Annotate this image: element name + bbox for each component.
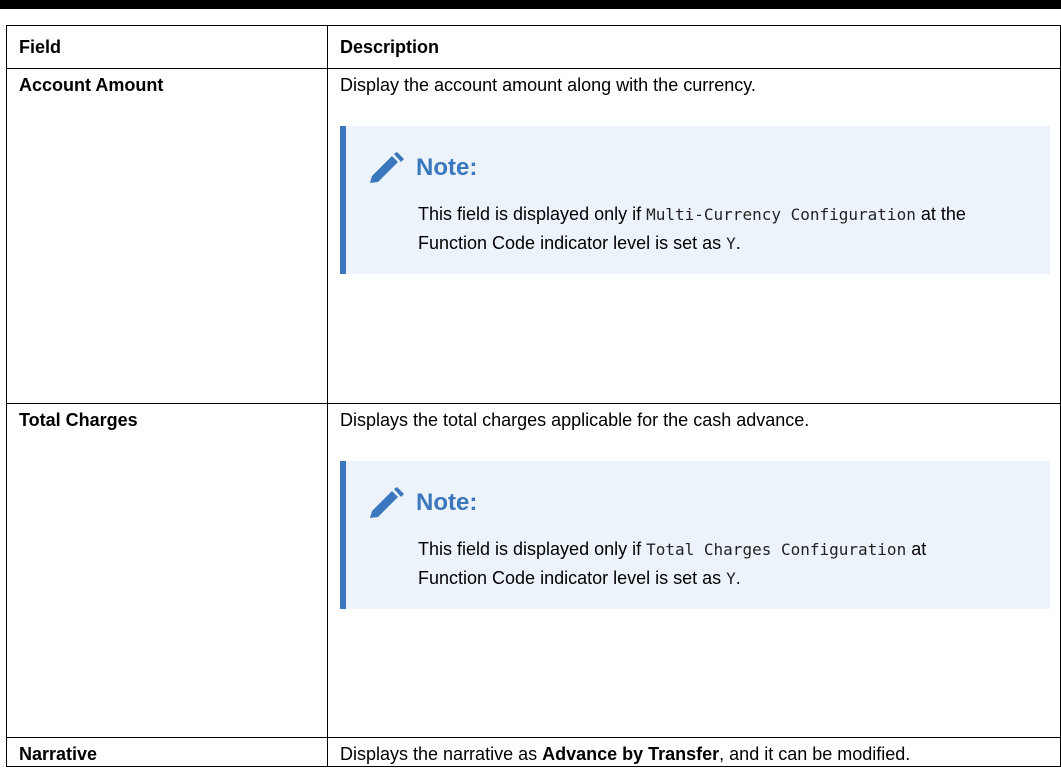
field-description: Display the account amount along with th…	[327, 68, 1061, 404]
pencil-icon	[368, 152, 406, 184]
field-name: Narrative	[6, 737, 328, 767]
description-text: , and it can be modified.	[719, 744, 911, 764]
table-header-row: Field Description	[6, 25, 1061, 69]
note-title: Note:	[416, 489, 478, 516]
field-name: Total Charges	[6, 403, 328, 738]
note-box: Note: This field is displayed only if Mu…	[340, 126, 1050, 274]
field-name: Account Amount	[6, 68, 328, 404]
top-rule	[0, 0, 1061, 9]
description-text: Display the account amount along with th…	[340, 75, 756, 95]
note-code: Multi-Currency Configuration	[646, 205, 916, 224]
note-body: This field is displayed only if Total Ch…	[418, 535, 978, 593]
note-box: Note: This field is displayed only if To…	[340, 461, 1050, 609]
table-row: Narrative Displays the narrative as Adva…	[6, 737, 1061, 767]
description-text: Displays the total charges applicable fo…	[340, 410, 810, 430]
note-body: This field is displayed only if Multi-Cu…	[418, 200, 978, 258]
note-code: Y	[726, 569, 736, 588]
table-row: Total Charges Displays the total charges…	[6, 403, 1061, 738]
note-text: This field is displayed only if	[418, 539, 647, 559]
field-description: Displays the narrative as Advance by Tra…	[327, 737, 1061, 767]
column-header-field: Field	[6, 25, 328, 69]
description-text: Displays the narrative as	[340, 744, 543, 764]
column-header-description: Description	[327, 25, 1061, 69]
note-code: Y	[726, 234, 736, 253]
field-description-table: Field Description Account Amount Display…	[6, 25, 1061, 767]
note-code: Total Charges Configuration	[646, 540, 907, 559]
description-emphasis: Advance by Transfer	[542, 744, 720, 764]
note-header: Note:	[368, 483, 1032, 523]
note-title: Note:	[416, 154, 478, 181]
pencil-icon	[368, 487, 406, 519]
note-text: .	[735, 568, 741, 588]
table-row: Account Amount Display the account amoun…	[6, 68, 1061, 404]
note-text: This field is displayed only if	[418, 204, 647, 224]
note-header: Note:	[368, 148, 1032, 188]
note-text: .	[735, 233, 741, 253]
field-description: Displays the total charges applicable fo…	[327, 403, 1061, 738]
